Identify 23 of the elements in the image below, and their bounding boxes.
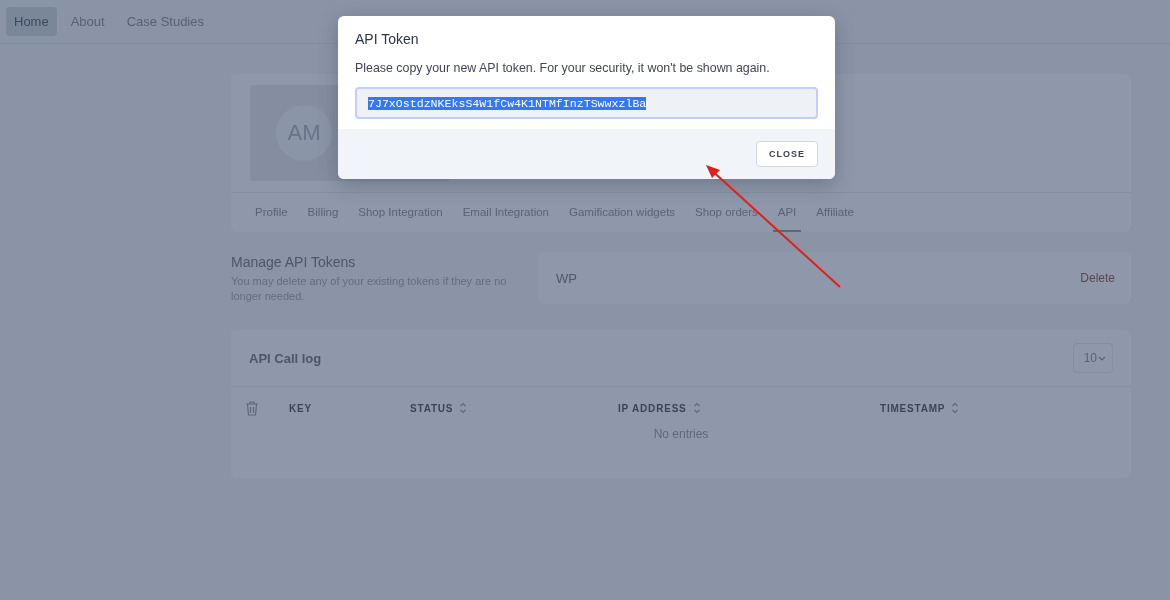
sort-icon [459, 402, 468, 414]
chevron-down-icon [1098, 354, 1106, 362]
sort-icon [692, 402, 701, 414]
column-header[interactable]: KEY [289, 402, 312, 414]
token-field[interactable]: 7J7xOstdzNKEksS4W1fCw4K1NTMfInzTSwwxzlBa [355, 87, 818, 119]
column-header[interactable]: STATUS [410, 402, 468, 414]
tab[interactable]: Affiliate [811, 193, 859, 232]
trash-icon [244, 399, 260, 417]
page-size-select[interactable]: 10 [1072, 343, 1113, 373]
nav-link[interactable]: Home [6, 7, 57, 36]
column-header[interactable]: TIMESTAMP [880, 402, 960, 414]
tab[interactable]: Profile [250, 193, 293, 232]
sort-icon [951, 402, 960, 414]
column-header[interactable]: IP ADDRESS [618, 402, 701, 414]
delete-link[interactable]: Delete [1080, 271, 1115, 285]
token-name: WP [556, 270, 577, 286]
tab[interactable]: Billing [302, 193, 344, 232]
tab[interactable]: API [772, 193, 802, 232]
modal-message: Please copy your new API token. For your security, it won't be shown again. [355, 61, 771, 75]
card-title: API Call log [249, 350, 322, 366]
section-title: Manage API Tokens [231, 254, 357, 270]
modal-title: API Token [355, 31, 420, 47]
close-button[interactable]: CLOSE [756, 141, 818, 167]
